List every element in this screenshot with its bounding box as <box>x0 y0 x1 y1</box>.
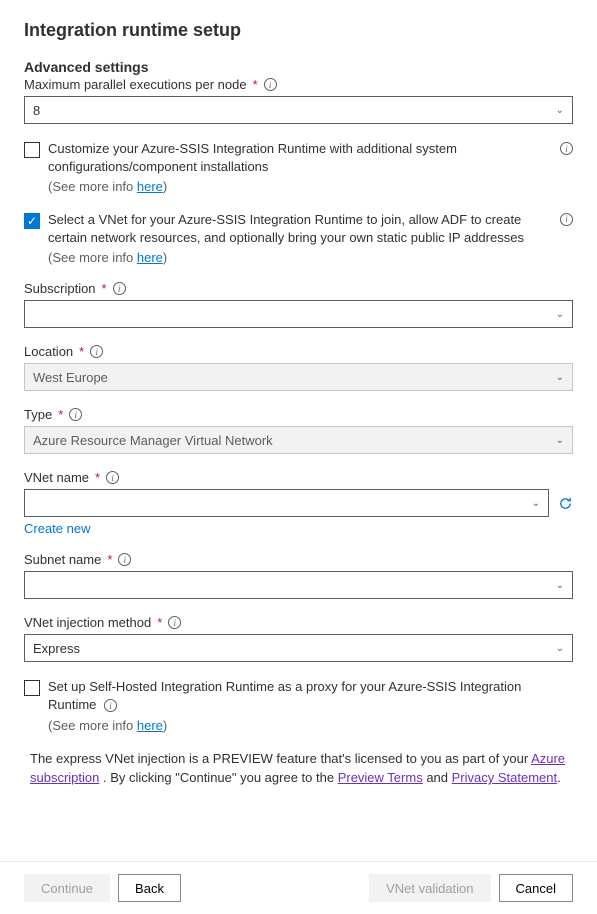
preview-t3: and <box>423 770 452 785</box>
see-more-suffix: ) <box>163 179 167 194</box>
proxy-label: Set up Self-Hosted Integration Runtime a… <box>48 679 521 712</box>
customize-checkbox[interactable] <box>24 142 40 158</box>
see-more-suffix: ) <box>163 250 167 265</box>
create-new-link[interactable]: Create new <box>24 521 573 536</box>
page-title: Integration runtime setup <box>24 20 573 41</box>
chevron-down-icon: ⌄ <box>556 309 564 320</box>
proxy-here-link[interactable]: here <box>137 718 163 733</box>
max-parallel-label: Maximum parallel executions per node <box>24 77 247 92</box>
preview-notice: The express VNet injection is a PREVIEW … <box>24 749 573 788</box>
preview-terms-link[interactable]: Preview Terms <box>338 770 423 785</box>
info-icon[interactable]: i <box>113 282 126 295</box>
preview-t4: . <box>557 770 561 785</box>
chevron-down-icon: ⌄ <box>532 498 540 509</box>
required-asterisk: * <box>253 77 258 92</box>
vnet-name-label: VNet name <box>24 470 89 485</box>
preview-t2: . By clicking "Continue" you agree to th… <box>99 770 337 785</box>
vnet-checkbox[interactable]: ✓ <box>24 213 40 229</box>
required-asterisk: * <box>95 470 100 485</box>
customize-here-link[interactable]: here <box>137 179 163 194</box>
footer: Continue Back VNet validation Cancel <box>0 861 597 914</box>
back-button[interactable]: Back <box>118 874 181 902</box>
max-parallel-select[interactable]: 8 ⌄ <box>24 96 573 124</box>
see-more-suffix: ) <box>163 718 167 733</box>
chevron-down-icon: ⌄ <box>556 580 564 591</box>
location-select: West Europe ⌄ <box>24 363 573 391</box>
see-more-prefix: (See more info <box>48 179 137 194</box>
injection-method-select[interactable]: Express ⌄ <box>24 634 573 662</box>
subnet-name-label: Subnet name <box>24 552 101 567</box>
vnet-validation-button: VNet validation <box>369 874 490 902</box>
required-asterisk: * <box>58 407 63 422</box>
subscription-select[interactable]: ⌄ <box>24 300 573 328</box>
type-value: Azure Resource Manager Virtual Network <box>33 433 273 448</box>
info-icon[interactable]: i <box>264 78 277 91</box>
preview-t1: The express VNet injection is a PREVIEW … <box>30 751 531 766</box>
required-asterisk: * <box>79 344 84 359</box>
max-parallel-value: 8 <box>33 103 40 118</box>
chevron-down-icon: ⌄ <box>556 435 564 446</box>
required-asterisk: * <box>107 552 112 567</box>
info-icon[interactable]: i <box>168 616 181 629</box>
chevron-down-icon: ⌄ <box>556 105 564 116</box>
type-label: Type <box>24 407 52 422</box>
cancel-button[interactable]: Cancel <box>499 874 573 902</box>
info-icon[interactable]: i <box>90 345 103 358</box>
injection-method-value: Express <box>33 641 80 656</box>
required-asterisk: * <box>102 281 107 296</box>
vnet-name-select[interactable]: ⌄ <box>24 489 549 517</box>
info-icon[interactable]: i <box>106 471 119 484</box>
injection-method-label: VNet injection method <box>24 615 151 630</box>
advanced-settings-heading: Advanced settings <box>24 59 573 75</box>
privacy-statement-link[interactable]: Privacy Statement <box>452 770 558 785</box>
vnet-here-link[interactable]: here <box>137 250 163 265</box>
info-icon[interactable]: i <box>560 142 573 155</box>
info-icon[interactable]: i <box>560 213 573 226</box>
info-icon[interactable]: i <box>69 408 82 421</box>
subnet-name-select[interactable]: ⌄ <box>24 571 573 599</box>
vnet-select-label: Select a VNet for your Azure-SSIS Integr… <box>48 211 552 247</box>
required-asterisk: * <box>157 615 162 630</box>
chevron-down-icon: ⌄ <box>556 372 564 383</box>
see-more-prefix: (See more info <box>48 718 137 733</box>
info-icon[interactable]: i <box>104 699 117 712</box>
location-label: Location <box>24 344 73 359</box>
chevron-down-icon: ⌄ <box>556 643 564 654</box>
proxy-checkbox[interactable] <box>24 680 40 696</box>
see-more-prefix: (See more info <box>48 250 137 265</box>
subscription-label: Subscription <box>24 281 96 296</box>
location-value: West Europe <box>33 370 108 385</box>
continue-button: Continue <box>24 874 110 902</box>
info-icon[interactable]: i <box>118 553 131 566</box>
customize-label: Customize your Azure-SSIS Integration Ru… <box>48 140 552 176</box>
refresh-icon[interactable] <box>557 495 573 511</box>
type-select: Azure Resource Manager Virtual Network ⌄ <box>24 426 573 454</box>
